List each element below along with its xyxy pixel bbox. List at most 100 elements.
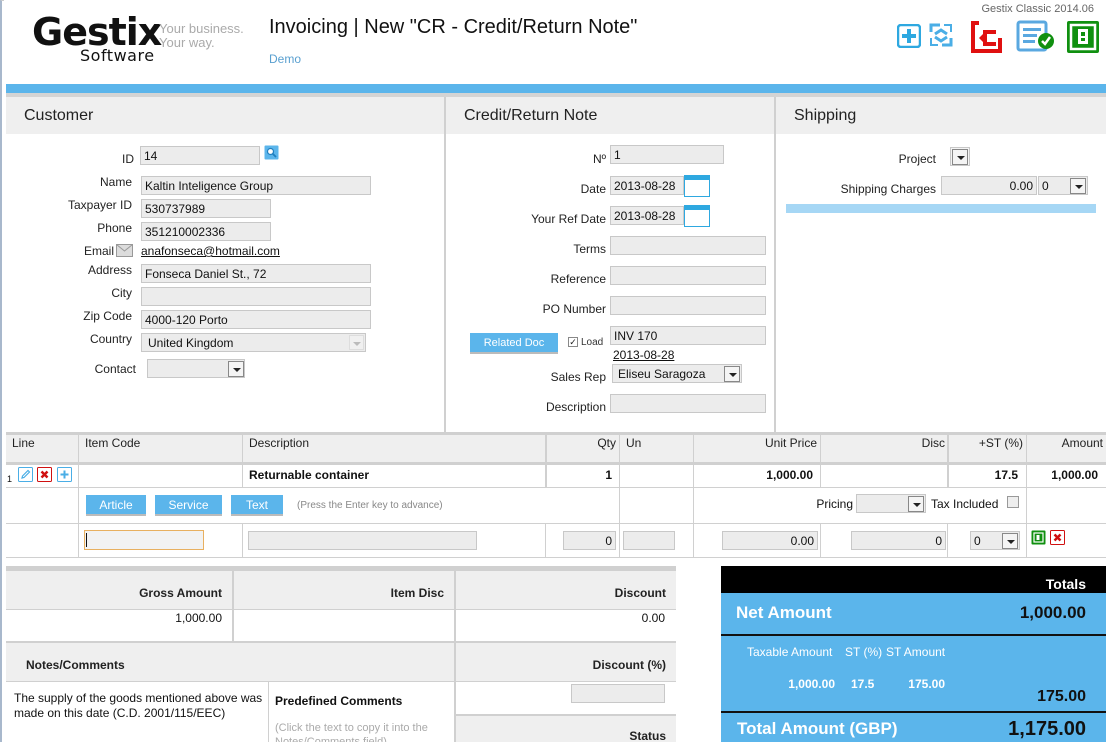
city-field[interactable] [141,287,371,306]
reference-field[interactable] [610,266,766,285]
save-icon[interactable] [1066,20,1100,54]
col-sep [242,435,243,487]
new-qty-input[interactable]: 0 [563,531,616,550]
net-amount-value: 1,000.00 [1019,603,1086,622]
grid-header-border [6,462,1106,465]
ref-date-label: Your Ref Date [531,212,606,226]
text-button[interactable]: Text [231,495,283,516]
discount-pct-input[interactable] [571,684,665,703]
project-dropdown-arrow[interactable] [952,149,968,165]
header: Gestix Software Your business. Your way.… [4,0,1108,84]
calendar-icon[interactable] [684,205,710,227]
new-disc-input[interactable]: 0 [851,531,946,550]
mail-icon[interactable] [116,243,133,258]
col-header-unit-price: Unit Price [764,436,817,450]
customer-heading: Customer [6,97,444,134]
search-icon[interactable] [264,145,279,160]
related-doc-field[interactable]: INV 170 [610,326,766,345]
status-label: Status [456,716,676,742]
new-unit-price-input[interactable]: 0.00 [722,531,818,550]
country-dropdown-arrow[interactable] [349,335,364,350]
new-item-code-input[interactable] [84,530,204,550]
new-st-dropdown-arrow[interactable] [1002,533,1018,549]
email-link[interactable]: anafonseca@hotmail.com [141,244,280,258]
shipping-charges-label: Shipping Charges [840,182,936,196]
related-doc-date-link[interactable]: 2013-08-28 [613,348,674,362]
totals-heading: Totals [1045,576,1086,592]
calendar-icon[interactable] [684,175,710,197]
zip-label: Zip Code [83,309,132,323]
taxpayer-label: Taxpayer ID [67,198,132,212]
terms-field[interactable] [610,236,766,255]
page-title: Invoicing | New "CR - Credit/Return Note… [269,16,638,38]
pricing-label: Pricing [816,497,853,511]
description-field[interactable] [610,394,766,413]
col-sep [619,435,620,557]
sales-rep-select[interactable]: Eliseu Saragoza [612,364,742,383]
customer-name-field[interactable]: Kaltin Inteligence Group [141,176,371,195]
new-description-input[interactable] [248,531,477,550]
zip-field[interactable]: 4000-120 Porto [141,310,371,329]
refresh-icon[interactable] [928,22,954,48]
company-link[interactable]: Demo [269,52,301,66]
new-unit-input[interactable] [623,531,675,550]
date-label: Date [580,182,606,196]
item-disc-label: Item Disc [234,571,454,609]
row-qty: 1 [605,468,612,482]
pricing-dropdown-arrow[interactable] [908,496,924,512]
shipping-charges-field[interactable]: 0.00 [941,176,1037,195]
load-checkbox[interactable]: ✓ [568,337,578,347]
add-icon[interactable] [897,24,921,48]
col-sep [545,523,546,557]
col-sep [820,523,821,557]
date-field[interactable]: 2013-08-28 [610,176,684,195]
insert-line-icon[interactable] [57,467,72,482]
col-header-disc: Disc [921,436,945,450]
taxpayer-id-field[interactable]: 530737989 [141,199,271,218]
note-number-field[interactable]: 1 [610,145,724,164]
delete-icon[interactable] [37,467,52,482]
contact-dropdown-arrow[interactable] [228,361,244,377]
line-number: 1 [7,474,13,484]
discount-label: Discount [456,571,676,609]
city-label: City [111,286,132,300]
confirm-line-icon[interactable] [1031,530,1046,545]
totals-divider [721,711,1106,713]
shipping-tax-dropdown-arrow[interactable] [1070,178,1086,194]
tax-included-checkbox[interactable] [1007,496,1019,508]
st-amount-value: 175.00 [908,677,945,691]
text-cursor [86,533,87,547]
grid-row-border [6,557,1106,558]
related-doc-button[interactable]: Related Doc [470,333,558,354]
country-select[interactable]: United Kingdom [141,333,366,352]
predefined-comments-label: Predefined Comments [275,694,403,708]
sales-rep-dropdown-arrow[interactable] [724,366,740,382]
cancel-line-icon[interactable] [1050,530,1065,545]
row-amount: 1,000.00 [1051,468,1098,482]
notes-textarea[interactable]: The supply of the goods mentioned above … [14,691,264,721]
tagline-line-2: Your way. [159,35,215,50]
terms-label: Terms [573,242,606,256]
col-header-line: Line [12,436,35,450]
col-sep [820,435,821,487]
contact-label: Contact [94,362,136,376]
article-button[interactable]: Article [86,495,146,516]
back-exit-icon[interactable] [969,20,1003,54]
total-amount-value: 1,175.00 [1008,718,1086,740]
grid-row-border [6,487,1106,488]
st-pct-value: 17.5 [851,677,875,691]
col-sep [947,435,949,487]
edit-icon[interactable] [18,467,33,482]
gross-amount-value: 1,000.00 [175,611,222,625]
ref-date-field[interactable]: 2013-08-28 [610,206,684,225]
service-button[interactable]: Service [155,495,222,516]
customer-id-field[interactable]: 14 [140,146,260,165]
validate-document-icon[interactable] [1016,20,1056,54]
tax-total-value: 175.00 [1037,688,1086,705]
phone-field[interactable]: 351210002336 [141,222,271,241]
address-field[interactable]: Fonseca Daniel St., 72 [141,264,371,283]
col-header-item-code: Item Code [85,436,141,450]
name-label: Name [99,175,132,189]
summary-border [6,609,676,610]
po-number-field[interactable] [610,296,766,315]
